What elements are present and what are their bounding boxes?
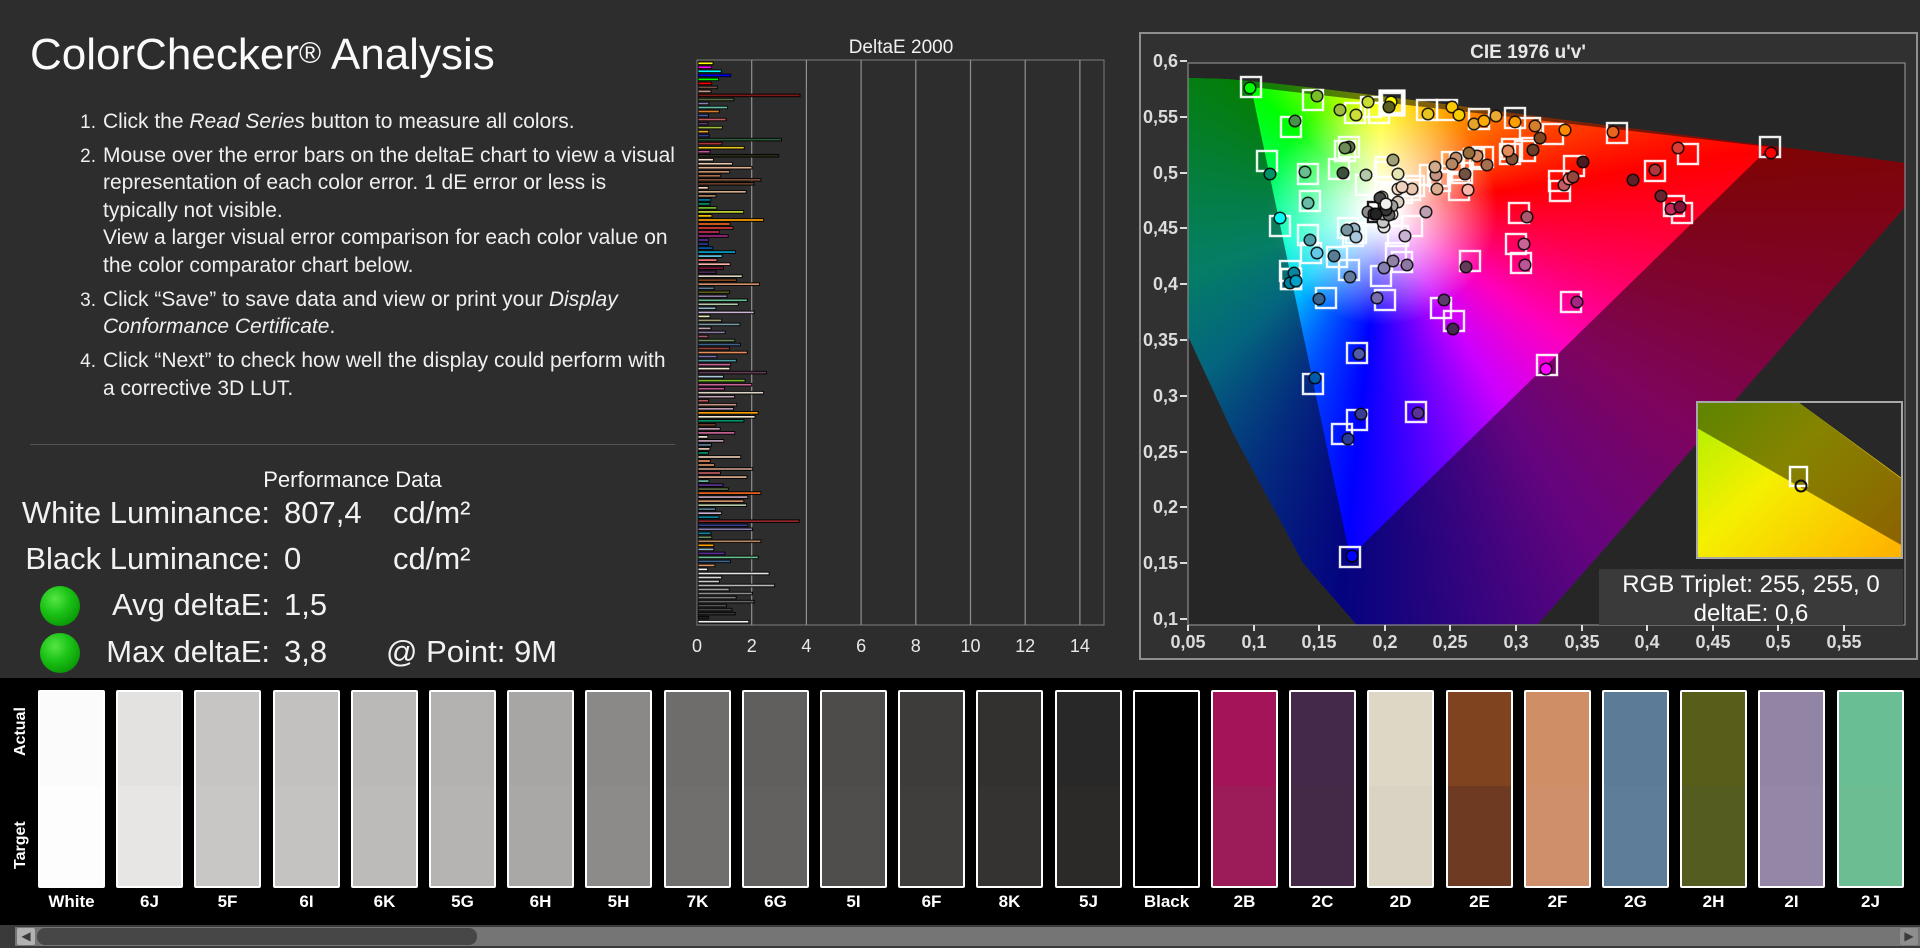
svg-text:0,6: 0,6 — [1153, 51, 1178, 71]
svg-text:12: 12 — [1015, 636, 1035, 656]
svg-text:0,5: 0,5 — [1153, 163, 1178, 183]
svg-text:0,55: 0,55 — [1143, 107, 1178, 127]
svg-text:0,1: 0,1 — [1153, 609, 1178, 629]
svg-text:0,1: 0,1 — [1241, 632, 1266, 652]
svg-text:0,45: 0,45 — [1143, 218, 1178, 238]
svg-text:CIE 1976 u'v': CIE 1976 u'v' — [1470, 42, 1586, 63]
svg-text:0,5: 0,5 — [1765, 632, 1790, 652]
svg-text:0,2: 0,2 — [1153, 497, 1178, 517]
svg-text:0,25: 0,25 — [1143, 442, 1178, 462]
svg-text:0,4: 0,4 — [1634, 632, 1659, 652]
svg-text:2: 2 — [747, 636, 757, 656]
svg-text:8: 8 — [911, 636, 921, 656]
svg-text:0,55: 0,55 — [1826, 632, 1861, 652]
svg-text:DeltaE 2000: DeltaE 2000 — [849, 37, 954, 58]
svg-text:0,3: 0,3 — [1153, 386, 1178, 406]
svg-text:0,35: 0,35 — [1564, 632, 1599, 652]
svg-text:0: 0 — [692, 636, 702, 656]
svg-text:6: 6 — [856, 636, 866, 656]
svg-text:0,35: 0,35 — [1143, 330, 1178, 350]
svg-text:10: 10 — [960, 636, 980, 656]
svg-text:deltaE: 0,6: deltaE: 0,6 — [1694, 600, 1809, 627]
svg-text:0,3: 0,3 — [1503, 632, 1528, 652]
svg-text:0,2: 0,2 — [1372, 632, 1397, 652]
svg-text:14: 14 — [1070, 636, 1090, 656]
svg-text:RGB Triplet: 255, 255, 0: RGB Triplet: 255, 255, 0 — [1622, 571, 1879, 598]
svg-text:0,05: 0,05 — [1170, 632, 1205, 652]
svg-text:0,45: 0,45 — [1695, 632, 1730, 652]
svg-text:0,15: 0,15 — [1143, 553, 1178, 573]
svg-text:0,4: 0,4 — [1153, 274, 1178, 294]
svg-text:0,15: 0,15 — [1301, 632, 1336, 652]
svg-text:0,25: 0,25 — [1432, 632, 1467, 652]
svg-text:4: 4 — [801, 636, 811, 656]
